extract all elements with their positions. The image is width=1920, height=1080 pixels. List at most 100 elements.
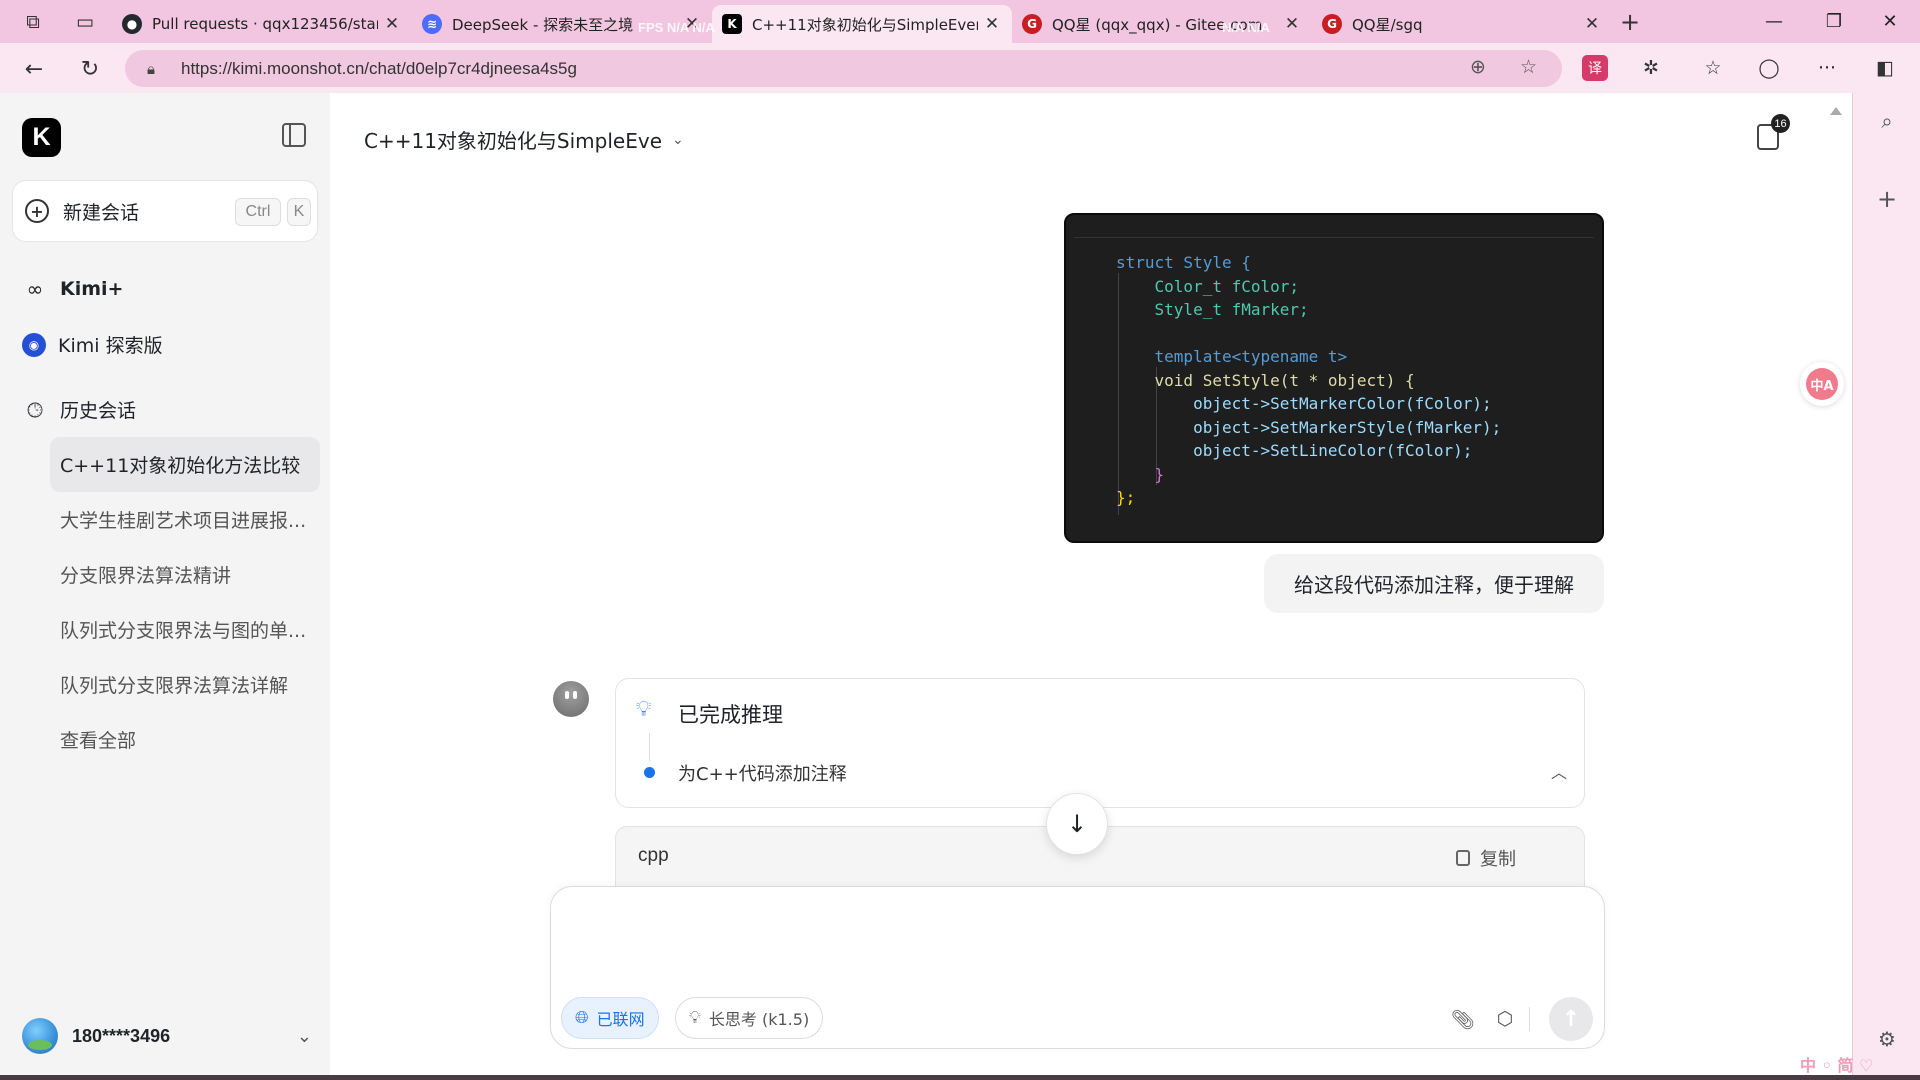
tab-kimi-active[interactable]: K C++11对象初始化与SimpleEvent ✕ [712, 5, 1012, 43]
sidebar-item-label: 历史会话 [60, 400, 137, 422]
extensions-puzzle-icon[interactable]: ✲ [1638, 55, 1664, 81]
vertical-tabs-icon[interactable]: ▭ [72, 9, 98, 35]
arrow-down-icon: ↓ [1066, 810, 1088, 838]
new-tab-icon[interactable]: + [1617, 8, 1643, 36]
code-line: template<typename t> [1154, 347, 1348, 366]
history-item[interactable]: 队列式分支限界法与图的单... [50, 602, 320, 657]
globe-icon: 🌐︎ [575, 1008, 589, 1028]
long-thinking-toggle[interactable]: 💡︎ 长思考 (k1.5) [675, 997, 824, 1039]
profile-icon[interactable]: ◯ [1756, 55, 1782, 81]
code-line: Color_t fColor; [1154, 276, 1300, 296]
close-tab-icon[interactable]: ✕ [382, 14, 402, 34]
close-tab-icon[interactable]: ✕ [1582, 14, 1602, 34]
github-icon: ● [122, 14, 142, 34]
web-search-toggle[interactable]: 🌐︎ 已联网 [561, 997, 659, 1039]
settings-gear-icon[interactable]: ⚙ [1873, 1025, 1901, 1053]
favorite-star-icon[interactable]: ☆ [1520, 56, 1537, 78]
back-icon[interactable]: ← [18, 53, 50, 85]
sidebar-item-kimi-explore[interactable]: ◉ Kimi 探索版 [22, 331, 163, 358]
explore-icon: ◉ [22, 332, 46, 357]
user-account[interactable]: 180****3496 ⌄ [22, 1016, 312, 1056]
kimi-plus-icon: ∞ [26, 277, 44, 301]
user-message-text: 给这段代码添加注释，便于理解 [1294, 573, 1574, 597]
code-line: object->SetMarkerStyle(fMarker); [1193, 417, 1502, 437]
tab-gitee-repo[interactable]: G QQ星/sgq ✕ [1312, 5, 1612, 43]
reasoning-card[interactable]: 💡︎ 已完成推理 为C++代码添加注释 ︿ [615, 678, 1585, 808]
code-language-label: cpp [638, 845, 669, 866]
copy-label: 复制 [1480, 849, 1516, 870]
paperclip-icon[interactable]: 📎︎ [1451, 1007, 1475, 1031]
collapse-sidebar-icon[interactable] [282, 123, 306, 147]
sidebar-toggle-icon[interactable]: ◧ [1872, 55, 1898, 81]
search-icon[interactable]: ⌕ [1873, 107, 1901, 135]
translate-button[interactable]: 中A [1800, 362, 1844, 406]
more-menu-icon[interactable]: ··· [1814, 55, 1840, 81]
sidebar-item-label: Kimi 探索版 [58, 335, 163, 357]
extension-icon[interactable]: 译 [1582, 55, 1608, 81]
fps-overlay: N/A N/A [1222, 20, 1270, 35]
avatar [22, 1018, 58, 1054]
translate-icon: 中A [1806, 368, 1838, 400]
browser-tab-bar: ⧉ ▭ ● Pull requests · qqx123456/starterl… [0, 0, 1920, 43]
zoom-icon[interactable]: ⊕ [1470, 56, 1486, 78]
history-item[interactable]: C++11对象初始化方法比较 [50, 437, 320, 492]
deepseek-icon: ≋ [422, 14, 442, 34]
history-item[interactable]: 大学生桂剧艺术项目进展报... [50, 492, 320, 547]
minimize-icon[interactable]: — [1744, 0, 1804, 43]
message-input[interactable] [571, 903, 1581, 973]
history-item[interactable]: 队列式分支限界法算法详解 [50, 657, 320, 712]
lock-icon: 🔒︎ [147, 59, 155, 78]
chevron-up-icon[interactable]: ︿ [1551, 759, 1567, 783]
favorites-icon[interactable]: ☆ [1700, 55, 1726, 81]
chevron-down-icon: ⌄ [672, 131, 684, 148]
code-line: struct Style { [1116, 253, 1251, 272]
close-tab-icon[interactable]: ✕ [982, 14, 1002, 34]
timeline-line [649, 733, 650, 761]
reasoning-step: 为C++代码添加注释 [678, 764, 847, 785]
tab-github[interactable]: ● Pull requests · qqx123456/starterl ✕ [112, 5, 412, 43]
add-icon[interactable]: + [1873, 185, 1901, 213]
notification-badge: 16 [1771, 114, 1790, 133]
document-list-icon[interactable]: 16 [1757, 114, 1790, 150]
copy-code-button[interactable]: 复制 [1456, 845, 1516, 871]
new-chat-label: 新建会话 [63, 201, 140, 224]
code-image-content: struct Style { Color_t fColor; Style_t f… [1116, 251, 1501, 510]
close-tab-icon[interactable]: ✕ [1282, 14, 1302, 34]
send-button[interactable]: ↑ [1549, 997, 1593, 1041]
new-chat-button[interactable]: + 新建会话 Ctrl K [12, 180, 318, 242]
think-chip-label: 长思考 (k1.5) [708, 1010, 810, 1029]
close-window-icon[interactable]: ✕ [1860, 0, 1920, 43]
ime-indicator: 中 ◦ 简 ♡ [1800, 1056, 1874, 1075]
restore-icon[interactable]: ❐ [1804, 0, 1864, 43]
scroll-up-arrow-icon[interactable] [1830, 107, 1842, 115]
url-field[interactable]: 🔒︎ https://kimi.moonshot.cn/chat/d0elp7c… [125, 50, 1562, 87]
code-line: } [1154, 464, 1165, 484]
image-top-border [1074, 237, 1594, 238]
kimi-bot-avatar [553, 681, 589, 717]
chat-title[interactable]: C++11对象初始化与SimpleEve ⌄ [364, 125, 684, 154]
chevron-down-icon[interactable]: ⌄ [297, 1026, 312, 1047]
tab-title: C++11对象初始化与SimpleEvent [752, 15, 978, 34]
web-chip-label: 已联网 [596, 1010, 645, 1029]
chat-main: C++11对象初始化与SimpleEve ⌄ 16 struct Style {… [330, 93, 1852, 1080]
code-line: object->SetMarkerColor(fColor); [1193, 394, 1492, 413]
tab-title: Pull requests · qqx123456/starterl [152, 15, 378, 33]
kimi-logo[interactable]: K [22, 118, 61, 157]
cube-icon[interactable]: ⬡ [1493, 1007, 1517, 1031]
user-uploaded-code-image[interactable]: struct Style { Color_t fColor; Style_t f… [1064, 213, 1604, 543]
code-line: object->SetLineColor(fColor); [1193, 441, 1473, 460]
browser-right-sidebar: ⌕ + ⚙ [1852, 93, 1920, 1080]
kimi-icon: K [722, 14, 742, 34]
refresh-icon[interactable]: ↻ [74, 53, 106, 85]
divider [1529, 1007, 1530, 1031]
scroll-to-bottom-button[interactable]: ↓ [1046, 793, 1108, 855]
app-sidebar: K + 新建会话 Ctrl K ∞ Kimi+ ◉ Kimi 探索版 🕒︎ 历史… [0, 93, 330, 1080]
code-line: }; [1116, 488, 1136, 507]
sidebar-item-kimi-plus[interactable]: ∞ Kimi+ [22, 276, 124, 302]
history-item[interactable]: 分支限界法算法精讲 [50, 547, 320, 602]
workspaces-icon[interactable]: ⧉ [20, 9, 46, 35]
copy-icon [1456, 850, 1470, 866]
view-all-history-link[interactable]: 查看全部 [50, 712, 320, 767]
message-composer: 🌐︎ 已联网 💡︎ 长思考 (k1.5) 📎︎ ⬡ ↑ [550, 886, 1605, 1049]
sidebar-item-history[interactable]: 🕒︎ 历史会话 [22, 396, 136, 423]
